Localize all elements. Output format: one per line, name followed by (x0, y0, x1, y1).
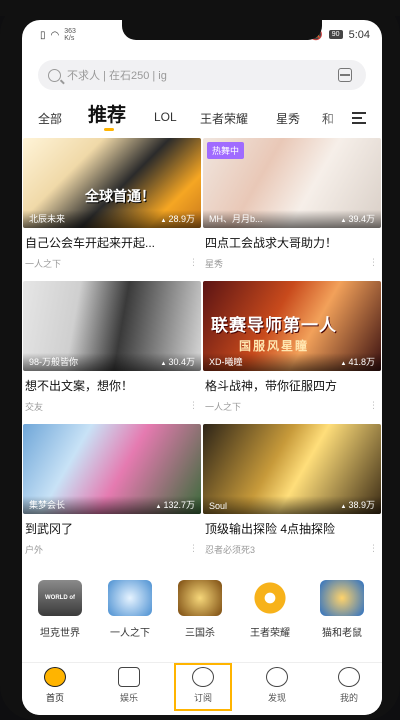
host-name: 北辰未来 (29, 214, 66, 224)
world-of-tanks-logo: WORLD of TANKS (38, 580, 82, 637)
stream-thumbnail[interactable]: 98-万般皆你 30.4万 (23, 281, 201, 371)
nav-me[interactable]: 我的 (324, 667, 374, 704)
tab-all[interactable]: 全部 (38, 110, 62, 127)
host-name: 集梦会长 (29, 500, 66, 510)
stream-title: 四点工会战求大哥助力！ (205, 236, 338, 250)
hitori-no-shita-logo (108, 580, 152, 616)
game-name: 猫和老鼠 (322, 628, 362, 639)
more-options-icon[interactable]: ⋮ (369, 543, 378, 556)
stream-title: 想不出文案，想你！ (25, 379, 134, 393)
tab-honor-of-kings[interactable]: 王者荣耀 (200, 110, 248, 127)
stream-card[interactable]: 全球首通！ 北辰未来 28.9万 自己公会车开起来开起... 一人之下 ⋮ (23, 138, 201, 270)
tab-recommended[interactable]: 推荐 (88, 100, 126, 131)
nav-entertainment[interactable]: 娱乐 (104, 667, 154, 704)
stream-thumbnail[interactable]: 集梦会长 132.7万 (23, 424, 201, 514)
profile-icon (338, 667, 360, 687)
search-placeholder: 不求人 | 在石250 | ig (67, 70, 167, 82)
game-item[interactable]: WORLD of TANKS 坦克世界 (30, 580, 90, 639)
game-name: 一人之下 (110, 628, 150, 639)
honor-of-kings-logo (252, 580, 288, 616)
tab-lol[interactable]: LOL (154, 110, 177, 124)
stream-card[interactable]: 联赛导师第一人 国服风星瞳 XD-曦瞳 41.8万 格斗战神，带你征服四方 一人… (203, 281, 381, 413)
thumbnail-banner: 联赛导师第一人 (211, 316, 337, 335)
tom-and-jerry-logo (320, 580, 364, 616)
game-shortcuts: WORLD of TANKS 坦克世界 一人之下 三国杀 王者荣耀 猫和老鼠 (22, 580, 382, 660)
more-options-icon[interactable]: ⋮ (189, 400, 198, 413)
more-options-icon[interactable]: ⋮ (369, 257, 378, 270)
stream-thumbnail[interactable]: 热舞中 MH、月月b... 39.4万 (203, 138, 381, 228)
game-item[interactable]: 猫和老鼠 (312, 580, 372, 639)
stream-thumbnail[interactable]: 全球首通！ 北辰未来 28.9万 (23, 138, 201, 228)
more-options-icon[interactable]: ⋮ (189, 257, 198, 270)
nav-home[interactable]: 首页 (30, 667, 80, 704)
sim-icon: ▯ (40, 29, 46, 41)
game-name: 王者荣耀 (250, 628, 290, 639)
tab-fade (322, 104, 346, 130)
host-name: Soul (209, 501, 228, 511)
stream-title: 到武冈了 (25, 522, 74, 536)
host-name: XD-曦瞳 (209, 357, 243, 367)
host-name: MH、月月b... (209, 214, 263, 224)
game-item[interactable]: 王者荣耀 (240, 580, 300, 639)
thumbnail-subbanner: 国服风星瞳 (239, 339, 310, 353)
nav-subscribe[interactable]: 订阅 (178, 667, 228, 704)
home-icon (44, 667, 66, 687)
stream-thumbnail[interactable]: 联赛导师第一人 国服风星瞳 XD-曦瞳 41.8万 (203, 281, 381, 371)
live-badge: 热舞中 (207, 142, 245, 159)
camera-notch (122, 20, 322, 40)
stream-category[interactable]: 忍者必须死3 (205, 543, 255, 556)
phone-frame: ▯ ◠ 363K/s 🔕 90 5:04 不求人 | 在石250 | ig 全部… (0, 0, 400, 720)
nav-discover[interactable]: 发现 (252, 667, 302, 704)
stream-title: 格斗战神，带你征服四方 (205, 379, 338, 393)
battery-icon: 90 (328, 30, 343, 39)
search-icon (48, 68, 61, 82)
menu-icon[interactable] (352, 112, 366, 127)
stream-category[interactable]: 星秀 (205, 257, 223, 270)
stream-title: 自己公会车开起来开起... (25, 236, 156, 250)
phone-top-bezel (0, 0, 400, 16)
thumbnail-banner: 全球首通！ (85, 188, 155, 204)
viewer-count: 30.4万 (161, 355, 195, 368)
viewer-count: 28.9万 (161, 212, 195, 225)
stream-category[interactable]: 一人之下 (25, 257, 61, 270)
stream-card[interactable]: 98-万般皆你 30.4万 想不出文案，想你！ 交友 ⋮ (23, 281, 201, 413)
viewer-count: 38.9万 (341, 498, 375, 511)
category-tabs: 全部 推荐 LOL 王者荣耀 星秀 和 (22, 98, 382, 134)
clock: 5:04 (348, 28, 370, 41)
stream-category[interactable]: 交友 (25, 400, 43, 413)
net-speed: 363 K/s (64, 28, 76, 42)
stream-category[interactable]: 一人之下 (205, 400, 241, 413)
stream-thumbnail[interactable]: Soul 38.9万 (203, 424, 381, 514)
tab-star-show[interactable]: 星秀 (276, 110, 300, 127)
game-name: 三国杀 (185, 628, 215, 639)
game-item[interactable]: 一人之下 (100, 580, 160, 639)
wifi-icon: ◠ (50, 29, 60, 41)
sanguosha-logo (178, 580, 222, 616)
stream-category[interactable]: 户外 (25, 543, 43, 556)
stream-card[interactable]: Soul 38.9万 顶级输出探险 4点抽探险 忍者必须死3 ⋮ (203, 424, 381, 556)
more-options-icon[interactable]: ⋮ (369, 400, 378, 413)
viewer-count: 41.8万 (341, 355, 375, 368)
stream-card[interactable]: 热舞中 MH、月月b... 39.4万 四点工会战求大哥助力！ 星秀 ⋮ (203, 138, 381, 270)
viewer-count: 132.7万 (156, 498, 195, 511)
scan-icon[interactable] (338, 68, 352, 82)
stream-card[interactable]: 集梦会长 132.7万 到武冈了 户外 ⋮ (23, 424, 201, 556)
app-screen: ▯ ◠ 363K/s 🔕 90 5:04 不求人 | 在石250 | ig 全部… (22, 20, 382, 715)
planet-icon (266, 667, 288, 687)
more-options-icon[interactable]: ⋮ (189, 543, 198, 556)
game-item[interactable]: 三国杀 (170, 580, 230, 639)
star-face-icon (118, 667, 140, 687)
host-name: 98-万般皆你 (29, 357, 79, 367)
game-name: 坦克世界 (40, 628, 80, 639)
viewer-count: 39.4万 (341, 212, 375, 225)
stream-title: 顶级输出探险 4点抽探险 (205, 522, 336, 536)
heart-icon (192, 667, 214, 687)
search-bar[interactable]: 不求人 | 在石250 | ig (38, 60, 366, 90)
bottom-navigation: 首页 娱乐 订阅 发现 我的 (22, 662, 382, 715)
